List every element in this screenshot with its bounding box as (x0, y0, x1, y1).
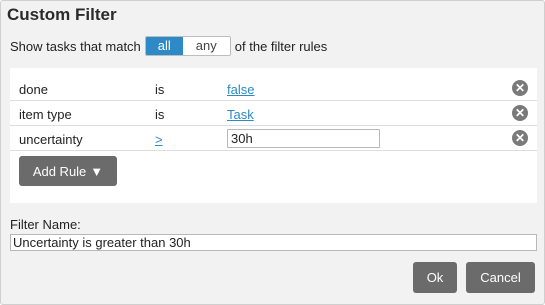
rule-row: item type is Task ✕ (10, 101, 537, 126)
rule-field: uncertainty (19, 132, 83, 147)
close-circle-icon[interactable]: ✕ (512, 105, 528, 121)
close-circle-icon[interactable]: ✕ (512, 130, 528, 146)
rule-field: item type (19, 107, 72, 122)
add-rule-button[interactable]: Add Rule ▼ (19, 156, 117, 186)
match-prefix-label: Show tasks that match (10, 38, 141, 54)
cancel-button[interactable]: Cancel (466, 262, 535, 293)
rule-operator: is (155, 107, 165, 122)
rule-value-link[interactable]: false (227, 82, 254, 97)
filter-name-input[interactable] (10, 234, 537, 251)
dialog-title: Custom Filter (7, 5, 117, 24)
rule-value-link[interactable]: Task (227, 107, 254, 122)
caret-down-icon: ▼ (90, 163, 104, 179)
match-suffix-label: of the filter rules (234, 38, 328, 54)
match-mode-toggle: all any (144, 36, 231, 56)
rule-operator-link[interactable]: > (155, 132, 163, 147)
close-circle-icon[interactable]: ✕ (512, 80, 528, 96)
custom-filter-dialog: Custom Filter Show tasks that match all … (0, 0, 545, 305)
filter-name-label: Filter Name: (10, 217, 81, 232)
rule-row: uncertainty > ✕ (10, 126, 537, 151)
rules-panel: done is false ✕ item type is Task ✕ unce… (10, 68, 537, 203)
rule-row: done is false ✕ (10, 76, 537, 101)
match-all-option[interactable]: all (145, 37, 183, 55)
rule-operator: is (155, 82, 165, 97)
match-mode-row: Show tasks that match all any of the fil… (10, 36, 327, 56)
add-rule-label: Add Rule (32, 163, 87, 179)
match-any-option[interactable]: any (182, 37, 230, 55)
rule-value-input[interactable] (227, 129, 380, 148)
rule-field: done (19, 82, 48, 97)
ok-button[interactable]: Ok (413, 262, 457, 293)
